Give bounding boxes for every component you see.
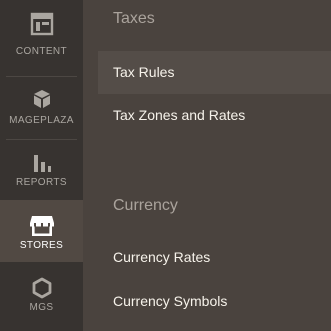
admin-app: CONTENT MAGEPLAZA REPORTS STORES MGS Tax…	[0, 0, 331, 331]
content-layout-icon	[0, 8, 83, 40]
sidebar-item-mageplaza[interactable]: MAGEPLAZA	[0, 77, 83, 139]
hexagon-icon	[0, 272, 83, 304]
admin-sidebar: CONTENT MAGEPLAZA REPORTS STORES MGS	[0, 0, 83, 331]
menu-link-currency-rates[interactable]: Currency Rates	[98, 236, 331, 279]
cube-icon	[0, 83, 83, 115]
sidebar-item-label: CONTENT	[15, 46, 68, 57]
storefront-icon	[0, 210, 83, 242]
sidebar-item-label: MAGEPLAZA	[9, 115, 74, 126]
sidebar-item-label: REPORTS	[16, 177, 67, 188]
menu-link-currency-symbols[interactable]: Currency Symbols	[98, 280, 331, 323]
section-title-taxes: Taxes	[113, 10, 155, 27]
sidebar-item-mgs[interactable]: MGS	[0, 262, 83, 324]
sidebar-item-label: MGS	[29, 302, 54, 313]
menu-link-tax-zones-and-rates[interactable]: Tax Zones and Rates	[98, 94, 331, 137]
stores-submenu-panel: Taxes Tax Rules Tax Zones and Rates Curr…	[83, 0, 331, 331]
sidebar-item-stores[interactable]: STORES	[0, 200, 83, 262]
sidebar-item-content[interactable]: CONTENT	[0, 0, 83, 62]
menu-link-tax-rules[interactable]: Tax Rules	[98, 51, 331, 94]
sidebar-item-reports[interactable]: REPORTS	[0, 140, 83, 202]
section-title-currency: Currency	[113, 197, 178, 214]
sidebar-item-label: STORES	[19, 240, 64, 251]
bar-chart-icon	[0, 146, 83, 178]
